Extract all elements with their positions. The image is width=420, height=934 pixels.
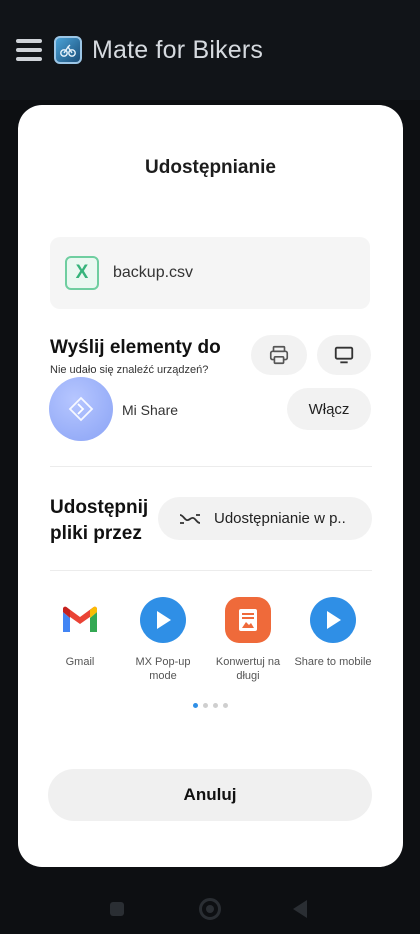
image-doc-icon [225,597,271,643]
excel-file-icon: X [65,256,99,290]
app-gmail[interactable]: Gmail [40,597,120,669]
app-title: Mate for Bikers [92,35,264,64]
divider [50,466,372,467]
page-dot [203,703,208,708]
monitor-icon [334,346,354,364]
app-label: Share to mobile [294,656,372,668]
share-apps-row: Gmail MX Pop-up mode Konwertuj na długi [40,597,390,697]
play-icon [310,597,356,643]
home-icon[interactable] [199,898,221,920]
app-bar: Mate for Bikers [0,0,420,100]
file-card: X backup.csv [50,237,370,309]
system-nav-bar [0,870,420,934]
printer-icon [269,345,289,365]
share-via-label: Udostępnianie w p.. [214,510,346,527]
share-wave-icon [179,513,201,524]
page-indicator [18,703,403,708]
recents-icon[interactable] [110,902,124,916]
app-label: MX Pop-up mode [135,656,191,682]
gmail-icon [57,597,103,643]
page-dot [193,703,198,708]
app-logo-icon [54,36,82,64]
cancel-button[interactable]: Anuluj [48,769,372,821]
share-via-button[interactable]: Udostępnianie w p.. [158,497,372,540]
play-icon [140,597,186,643]
mi-share-icon [68,396,94,422]
enable-button[interactable]: Włącz [287,388,371,430]
page-dot [223,703,228,708]
cast-screen-button[interactable] [317,335,371,375]
page-dot [213,703,218,708]
app-label: Konwertuj na długi [215,656,281,682]
divider [50,570,372,571]
app-convert-long[interactable]: Konwertuj na długi [208,597,288,683]
send-to-title: Wyślij elementy do [50,337,221,358]
menu-icon[interactable] [16,39,42,61]
file-name: backup.csv [113,264,194,281]
mi-share-device[interactable] [49,377,113,441]
share-sheet: Udostępnianie X backup.csv Wyślij elemen… [18,105,403,867]
share-via-title: Udostępnij pliki przez [50,497,149,544]
no-devices-link[interactable]: Nie udało się znaleźć urządzeń? [50,364,208,376]
mi-share-label: Mi Share [122,402,179,418]
print-button[interactable] [251,335,307,375]
app-mx-popup[interactable]: MX Pop-up mode [123,597,203,683]
back-icon[interactable] [293,900,307,918]
app-label: Gmail [65,656,95,668]
sheet-title: Udostępnianie [145,157,276,178]
app-share-to-mobile[interactable]: Share to mobile [293,597,373,669]
